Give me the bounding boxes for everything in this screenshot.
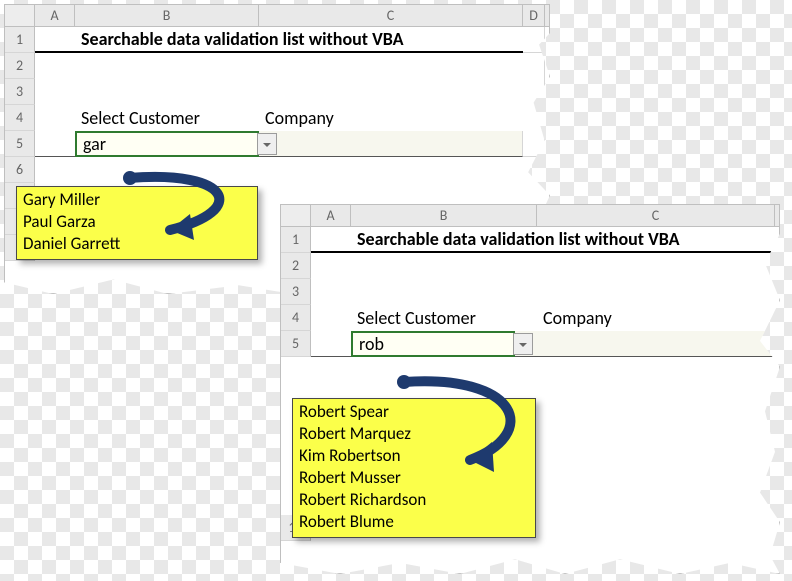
cell[interactable]	[35, 53, 75, 79]
customer-input[interactable]: rob	[351, 331, 515, 357]
suggestion-item[interactable]: Robert Musser	[299, 467, 529, 489]
label-select-customer[interactable]: Select Customer	[75, 105, 259, 131]
label-company[interactable]: Company	[259, 105, 523, 131]
cell[interactable]	[259, 79, 523, 105]
col-header-b[interactable]: B	[75, 5, 259, 26]
suggestion-item[interactable]: Robert Richardson	[299, 489, 529, 511]
col-header-a[interactable]: A	[35, 5, 75, 26]
selectall-corner[interactable]	[5, 5, 35, 26]
suggestion-item[interactable]: Kim Robertson	[299, 445, 529, 467]
column-headers: A B C	[281, 205, 779, 227]
cell[interactable]	[311, 331, 351, 357]
cell[interactable]	[35, 131, 75, 157]
cell[interactable]	[311, 253, 775, 279]
cell[interactable]	[523, 105, 545, 131]
cell[interactable]	[35, 27, 75, 53]
row-header[interactable]: 1	[5, 27, 35, 53]
cell[interactable]	[311, 305, 351, 331]
suggestion-item[interactable]: Robert Spear	[299, 401, 529, 423]
row-header[interactable]: 5	[5, 131, 35, 157]
company-cell[interactable]	[259, 131, 523, 157]
suggestion-item[interactable]: Gary Miller	[23, 189, 251, 211]
suggestion-item[interactable]: Robert Marquez	[299, 423, 529, 445]
cell[interactable]	[35, 79, 75, 105]
row-header[interactable]: 4	[281, 305, 311, 331]
title-cell[interactable]: Searchable data validation list without …	[351, 227, 775, 253]
cell[interactable]	[75, 53, 259, 79]
row-header[interactable]: 3	[281, 279, 311, 305]
suggestion-item[interactable]: Robert Blume	[299, 511, 529, 533]
suggestion-dropdown-2: Robert Spear Robert Marquez Kim Robertso…	[292, 398, 536, 538]
company-cell[interactable]	[515, 331, 773, 357]
chevron-down-icon	[518, 333, 528, 355]
suggestion-item[interactable]: Paul Garza	[23, 211, 251, 233]
cell[interactable]	[523, 79, 545, 105]
customer-input[interactable]: gar	[75, 131, 259, 157]
row-header[interactable]: 1	[281, 227, 311, 253]
cell[interactable]	[35, 157, 545, 183]
col-header-c[interactable]: C	[259, 5, 523, 26]
cell[interactable]	[523, 53, 545, 79]
row-header[interactable]: 4	[5, 105, 35, 131]
column-headers: A B C D	[5, 5, 549, 27]
col-header-d[interactable]: D	[523, 5, 545, 26]
col-header-a[interactable]: A	[311, 205, 351, 226]
dropdown-button[interactable]	[513, 333, 533, 355]
cell[interactable]	[35, 105, 75, 131]
label-company[interactable]: Company	[537, 305, 775, 331]
cell[interactable]	[311, 227, 351, 253]
customer-input-text: rob	[359, 333, 384, 355]
cell[interactable]	[259, 53, 523, 79]
col-header-b[interactable]: B	[351, 205, 537, 226]
row-header[interactable]: 5	[281, 331, 311, 357]
cell[interactable]	[311, 279, 775, 305]
row-header[interactable]: 2	[5, 53, 35, 79]
chevron-down-icon	[262, 133, 272, 155]
row-header[interactable]: 2	[281, 253, 311, 279]
dropdown-button[interactable]	[257, 133, 277, 155]
row-header[interactable]: 6	[5, 157, 35, 183]
suggestion-item[interactable]: Daniel Garrett	[23, 233, 251, 255]
title-cell[interactable]: Searchable data validation list without …	[75, 27, 523, 53]
cell[interactable]	[523, 27, 545, 53]
cell[interactable]	[75, 79, 259, 105]
cell[interactable]	[523, 131, 545, 157]
suggestion-dropdown-1: Gary Miller Paul Garza Daniel Garrett	[16, 186, 258, 260]
label-select-customer[interactable]: Select Customer	[351, 305, 537, 331]
customer-input-text: gar	[83, 133, 106, 155]
row-header[interactable]: 3	[5, 79, 35, 105]
selectall-corner[interactable]	[281, 205, 311, 226]
col-header-c[interactable]: C	[537, 205, 775, 226]
